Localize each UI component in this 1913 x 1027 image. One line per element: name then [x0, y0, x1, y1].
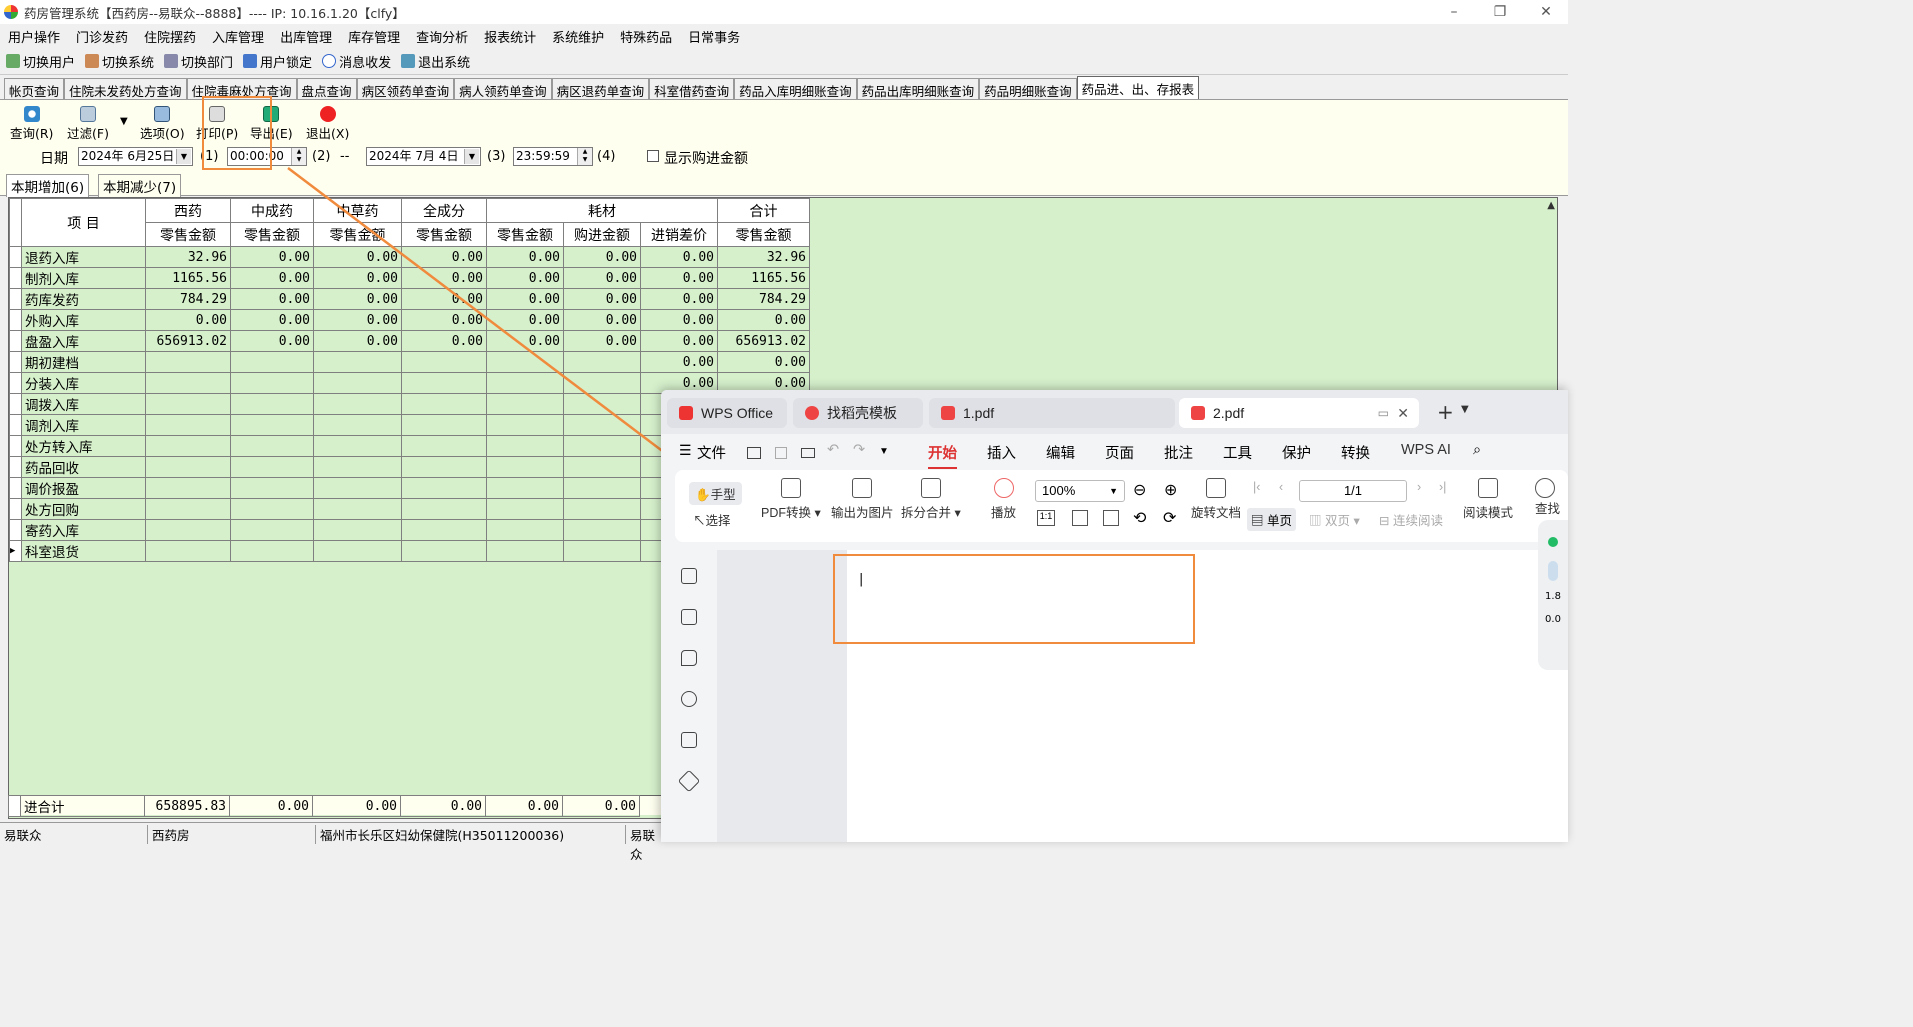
open-icon[interactable] [747, 447, 761, 459]
menu-file[interactable]: 文件 [697, 442, 726, 463]
chevron-down-icon[interactable]: ▼ [1461, 404, 1469, 415]
menu-annotate[interactable]: 批注 [1164, 442, 1193, 463]
page-number-input[interactable]: 1/1 [1299, 480, 1407, 502]
zoom-out-icon[interactable]: ⊖ [1133, 480, 1146, 500]
pdf-icon [1191, 406, 1205, 420]
menu-page[interactable]: 页面 [1105, 442, 1134, 463]
find-icon [1535, 478, 1555, 498]
cursor-icon: ↖ [693, 514, 706, 528]
layers-icon[interactable] [677, 769, 701, 793]
next-page-icon[interactable]: › [1417, 480, 1421, 494]
actual-size-icon[interactable]: 1:1 [1037, 510, 1055, 526]
attachment-icon[interactable] [681, 691, 697, 707]
template-icon [805, 406, 819, 420]
wps-tab-1pdf[interactable]: 1.pdf [929, 398, 1175, 428]
wps-tab-2pdf[interactable]: 2.pdf ▭ ✕ [1179, 398, 1419, 428]
select-tool-button[interactable]: ↖选择 [693, 510, 731, 529]
close-tab-icon[interactable]: ✕ [1397, 405, 1409, 422]
double-page-button[interactable]: ▥ 双页 ▾ [1309, 510, 1360, 529]
rotate-doc-button[interactable]: 旋转文档 [1191, 478, 1241, 521]
continuous-read-button[interactable]: ⊟ 连续阅读 [1379, 510, 1443, 529]
chevron-down-icon: ▼ [1109, 486, 1118, 496]
read-mode-button[interactable]: 阅读模式 [1463, 478, 1513, 521]
print-icon[interactable] [801, 448, 815, 458]
fit-page-icon[interactable] [1072, 510, 1088, 526]
book-icon [1478, 478, 1498, 498]
play-button[interactable]: 播放 [991, 478, 1016, 521]
wps-logo-icon [679, 406, 693, 420]
chevron-down-icon[interactable]: ▼ [879, 446, 889, 457]
pdf-icon [941, 406, 955, 420]
fit-width-icon[interactable] [1103, 510, 1119, 526]
wps-tab-template[interactable]: 找稻壳模板 [793, 398, 923, 428]
comment-icon[interactable] [681, 650, 697, 666]
play-icon [993, 478, 1014, 498]
float-window-icon[interactable]: ▭ [1378, 406, 1389, 420]
first-page-icon[interactable]: |‹ [1253, 480, 1260, 494]
hamburger-icon[interactable]: ☰ [679, 442, 692, 459]
menu-edit[interactable]: 编辑 [1046, 442, 1075, 463]
speed-up: 1.8 [1545, 591, 1561, 602]
rotate-left-icon[interactable]: ⟲ [1133, 508, 1146, 528]
wps-side-panel [661, 550, 717, 842]
net-speed-widget: 1.8 0.0 [1538, 520, 1568, 670]
undo-icon[interactable]: ↶ [827, 442, 839, 458]
wps-tab-home[interactable]: WPS Office [667, 398, 787, 428]
wps-tab-bar: WPS Office 找稻壳模板 1.pdf 2.pdf ▭ ✕ + ▼ [661, 390, 1568, 434]
hand-tool-button[interactable]: ✋手型 [689, 482, 742, 505]
bookmark-icon[interactable] [681, 568, 697, 584]
single-page-button[interactable]: ▤ 单页 [1247, 508, 1296, 531]
meter-icon [1548, 561, 1558, 581]
image-icon [852, 478, 873, 498]
hand-icon: ✋ [695, 488, 711, 502]
rotate-right-icon[interactable]: ⟳ [1163, 508, 1176, 528]
find-button[interactable]: 查找 [1535, 478, 1568, 517]
prev-page-icon[interactable]: ‹ [1279, 480, 1283, 494]
zoom-in-icon[interactable]: ⊕ [1164, 480, 1177, 500]
speed-down: 0.0 [1545, 614, 1561, 625]
menu-convert[interactable]: 转换 [1341, 442, 1370, 463]
wps-ribbon: ✋手型 ↖选择 PDF转换 ▾ 输出为图片 拆分合并 ▾ 播放 100% ▼ ⊖ … [675, 470, 1568, 542]
split-icon [920, 478, 941, 498]
menu-start[interactable]: 开始 [928, 442, 957, 469]
menu-tools[interactable]: 工具 [1223, 442, 1252, 463]
menu-protect[interactable]: 保护 [1282, 442, 1311, 463]
menu-wps-ai[interactable]: WPS AI [1401, 442, 1451, 458]
status-dot-icon [1548, 537, 1558, 547]
last-page-icon[interactable]: ›| [1439, 480, 1446, 494]
menu-insert[interactable]: 插入 [987, 442, 1016, 463]
export-image-button[interactable]: 输出为图片 [831, 478, 894, 521]
split-merge-button[interactable]: 拆分合并 ▾ [901, 478, 961, 521]
search-icon[interactable]: ⌕ [1473, 442, 1481, 458]
pdf-convert-button[interactable]: PDF转换 ▾ [761, 478, 821, 521]
save-icon[interactable] [775, 447, 787, 459]
new-tab-icon[interactable]: + [1437, 400, 1454, 424]
convert-icon [780, 478, 801, 498]
rotate-doc-icon [1206, 478, 1226, 498]
highlight-box [833, 554, 1195, 644]
thumbnail-icon[interactable] [681, 609, 697, 625]
redo-icon[interactable]: ↷ [853, 442, 865, 458]
zoom-select[interactable]: 100% ▼ [1035, 480, 1125, 502]
signature-icon[interactable] [681, 732, 697, 748]
wps-menu-bar: ☰ 文件 ↶ ↷ ▼ 开始 插入 编辑 页面 批注 工具 保护 转换 WPS A… [661, 434, 1568, 469]
